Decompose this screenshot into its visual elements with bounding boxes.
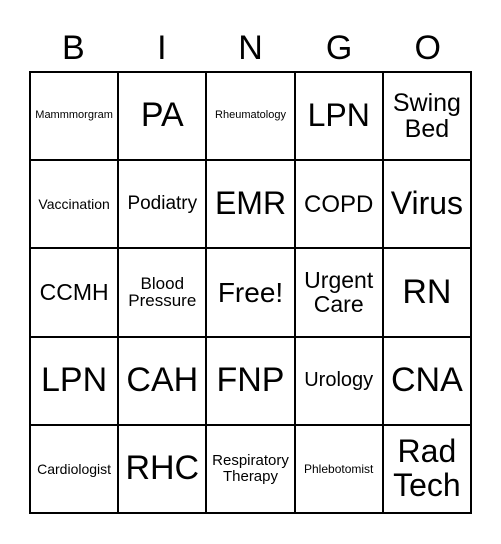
bingo-cell[interactable]: LPN xyxy=(30,336,119,425)
header-letter-g: G xyxy=(325,29,353,67)
bingo-cell[interactable]: Vaccination xyxy=(30,160,119,249)
header-letter-b: B xyxy=(61,29,85,67)
bingo-header: B I N G O xyxy=(29,26,472,70)
bingo-cell[interactable]: Podiatry xyxy=(118,160,207,249)
bingo-cell[interactable]: RHC xyxy=(118,424,207,513)
bingo-cell[interactable]: Urgent Care xyxy=(294,248,383,337)
bingo-cell[interactable]: Urology xyxy=(294,336,383,425)
bingo-cell[interactable]: LPN xyxy=(294,72,383,161)
bingo-grid: Mammmorgram PA Rheumatology LPN Swing Bed Vac… xyxy=(29,71,472,514)
header-letter-n: N xyxy=(238,29,263,67)
bingo-cell[interactable]: Rheumatology xyxy=(206,72,295,161)
bingo-cell[interactable]: RN xyxy=(382,248,471,337)
bingo-cell[interactable]: COPD xyxy=(294,160,383,249)
bingo-cell[interactable]: Virus xyxy=(382,160,471,249)
header-letter-o: O xyxy=(414,29,441,67)
header-letter-i: I xyxy=(157,29,167,67)
bingo-cell[interactable]: Blood Pressure xyxy=(118,248,207,337)
bingo-cell[interactable]: Cardiologist xyxy=(30,424,119,513)
bingo-cell[interactable]: Free! xyxy=(206,248,295,337)
bingo-cell[interactable]: FNP xyxy=(206,336,295,425)
bingo-cell[interactable]: EMR xyxy=(206,160,295,249)
bingo-cell[interactable]: Respiratory Therapy xyxy=(206,424,295,513)
bingo-cell[interactable]: CCMH xyxy=(30,248,119,337)
bingo-cell[interactable]: Swing Bed xyxy=(382,72,471,161)
bingo-cell[interactable]: Rad Tech xyxy=(382,424,471,513)
bingo-cell[interactable]: Phlebotomist xyxy=(294,424,383,513)
bingo-cell[interactable]: Mammmorgram xyxy=(30,72,119,161)
bingo-cell[interactable]: CNA xyxy=(382,336,471,425)
bingo-cell[interactable]: CAH xyxy=(118,336,207,425)
bingo-cell[interactable]: PA xyxy=(118,72,207,161)
